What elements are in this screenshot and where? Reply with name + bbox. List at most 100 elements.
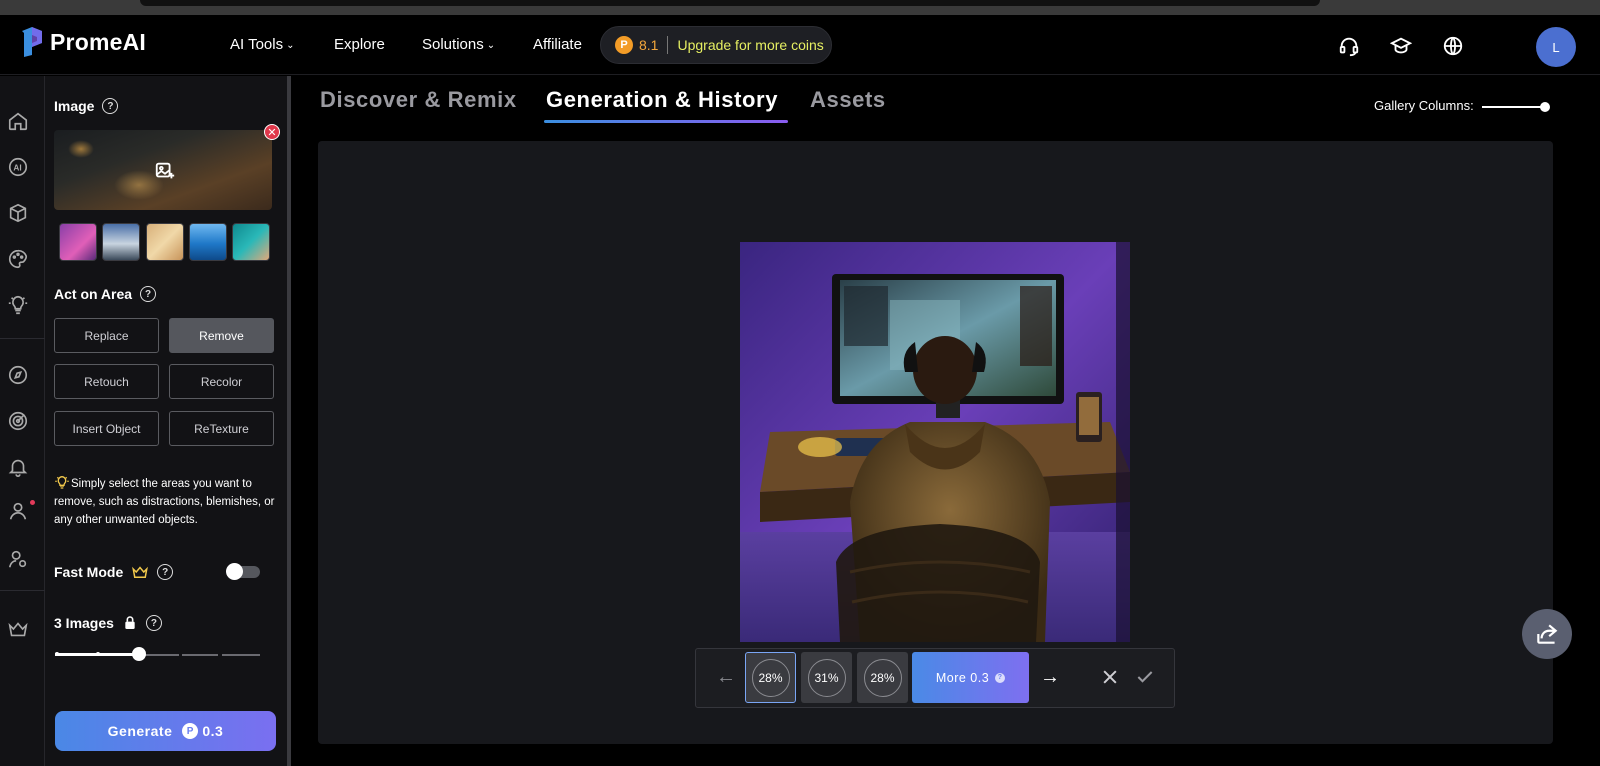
generate-cost: 0.3 <box>202 723 224 739</box>
share-button[interactable] <box>1522 609 1572 659</box>
check-icon[interactable] <box>1135 667 1155 687</box>
variant-percent: 28% <box>758 670 783 685</box>
target-icon[interactable] <box>7 410 29 432</box>
variant-percent: 28% <box>870 670 895 685</box>
image-section-label: Image ? <box>54 98 119 114</box>
images-label-text: 3 Images <box>54 615 114 631</box>
rail-divider <box>0 590 45 591</box>
images-slider-track[interactable] <box>182 654 218 656</box>
progress-ring: 28% <box>751 658 790 697</box>
palette-icon[interactable] <box>7 248 29 270</box>
add-image-icon[interactable] <box>154 160 176 182</box>
crown-icon <box>132 566 149 578</box>
nav-ai-tools-label: AI Tools <box>230 36 284 53</box>
lightbulb-icon[interactable] <box>7 294 29 316</box>
more-label: More 0.3 <box>935 670 990 685</box>
browser-strip <box>0 0 1600 15</box>
active-tab-underline <box>544 120 788 123</box>
lock-icon <box>125 616 135 629</box>
variant-percent: 31% <box>814 670 839 685</box>
tip-text: Simply select the areas you want to remo… <box>54 474 276 529</box>
coin-balance: 8.1 <box>639 37 659 53</box>
nav-affiliate[interactable]: Affiliate <box>533 36 582 53</box>
panel-scrollbar[interactable] <box>287 76 291 766</box>
share-icon <box>1537 624 1558 644</box>
next-arrow-icon[interactable]: → <box>1040 666 1060 689</box>
gallery-columns-handle[interactable] <box>1540 102 1550 112</box>
help-icon[interactable]: ? <box>102 98 119 114</box>
fast-mode-toggle[interactable] <box>226 563 260 580</box>
tab-assets[interactable]: Assets <box>810 87 886 113</box>
upgrade-link[interactable]: Upgrade for more coins <box>677 37 823 53</box>
tab-generation-history[interactable]: Generation & History <box>546 87 778 113</box>
coins-upgrade-pill[interactable]: P 8.1 Upgrade for more coins <box>600 26 832 64</box>
coin-icon: P <box>182 723 199 739</box>
more-button[interactable]: More 0.3 ? <box>912 652 1029 703</box>
example-thumbnail[interactable] <box>102 223 140 261</box>
chevron-down-icon: ⌄ <box>286 40 295 51</box>
fast-mode-text: Fast Mode <box>54 564 124 580</box>
variant-thumbnail[interactable]: 28% <box>857 652 908 703</box>
crown-icon[interactable] <box>7 618 29 640</box>
progress-ring: 28% <box>863 658 902 697</box>
graduation-cap-icon[interactable] <box>1390 35 1412 57</box>
nav-solutions-label: Solutions <box>422 36 484 53</box>
source-image-preview[interactable] <box>54 130 272 210</box>
help-icon[interactable]: ? <box>140 286 157 302</box>
compass-icon[interactable] <box>7 364 29 386</box>
example-thumbnail[interactable] <box>232 223 270 261</box>
recolor-button[interactable]: Recolor <box>169 364 274 399</box>
bell-icon[interactable] <box>7 456 29 478</box>
images-slider-track[interactable] <box>141 654 179 656</box>
toggle-knob <box>226 563 243 580</box>
avatar[interactable]: L <box>1536 27 1576 67</box>
example-thumbnail[interactable] <box>59 223 97 261</box>
nav-solutions[interactable]: Solutions ⌄ <box>422 36 495 53</box>
headset-icon[interactable] <box>1338 35 1360 57</box>
globe-icon[interactable] <box>1442 35 1464 57</box>
images-count-label: 3 Images ? <box>54 615 162 631</box>
divider <box>667 36 669 54</box>
home-icon[interactable] <box>7 110 29 132</box>
images-slider-handle[interactable] <box>132 647 146 661</box>
variant-thumbnail[interactable]: 31% <box>801 652 852 703</box>
user-icon[interactable] <box>7 500 29 522</box>
example-thumbnail[interactable] <box>146 223 184 261</box>
gallery-columns-slider[interactable] <box>1482 106 1546 108</box>
svg-text:AI: AI <box>13 164 21 173</box>
tip-copy: Simply select the areas you want to remo… <box>54 478 275 526</box>
slider-tick <box>55 652 59 656</box>
brand-name: PromeAI <box>50 28 146 55</box>
remove-image-button[interactable]: ✕ <box>264 124 280 140</box>
remove-button[interactable]: Remove <box>169 318 274 353</box>
nav-ai-tools[interactable]: AI Tools ⌄ <box>230 36 294 53</box>
retouch-button[interactable]: Retouch <box>54 364 159 399</box>
help-icon[interactable]: ? <box>157 564 174 580</box>
generate-button[interactable]: Generate P 0.3 <box>55 711 276 751</box>
help-icon: ? <box>995 672 1006 683</box>
insert-object-button[interactable]: Insert Object <box>54 411 159 446</box>
nav-explore[interactable]: Explore <box>334 36 385 53</box>
ai-icon[interactable]: AI <box>7 156 29 178</box>
close-icon[interactable] <box>1100 667 1120 687</box>
previous-arrow-icon[interactable]: ← <box>716 666 736 689</box>
replace-button[interactable]: Replace <box>54 318 159 353</box>
variant-thumbnail[interactable]: 28% <box>745 652 796 703</box>
tab-discover-remix[interactable]: Discover & Remix <box>320 87 517 113</box>
user-settings-icon[interactable] <box>7 548 29 570</box>
logo[interactable]: PromeAI <box>20 27 146 57</box>
result-image[interactable] <box>740 242 1130 642</box>
promeai-logo-icon <box>22 27 42 57</box>
help-icon[interactable]: ? <box>145 615 162 631</box>
example-thumbnail[interactable] <box>189 223 227 261</box>
preview-lamp <box>68 140 94 158</box>
chevron-down-icon: ⌄ <box>486 40 496 51</box>
gallery-columns-label: Gallery Columns: <box>1374 98 1474 113</box>
top-nav: PromeAI AI Tools ⌄ Explore Solutions ⌄ A… <box>0 15 1600 75</box>
cube-icon[interactable] <box>7 202 29 224</box>
browser-address-pill <box>140 0 1320 6</box>
rail-divider <box>0 338 45 339</box>
avatar-initial: L <box>1552 39 1560 55</box>
images-slider-track[interactable] <box>222 654 260 656</box>
retexture-button[interactable]: ReTexture <box>169 411 274 446</box>
